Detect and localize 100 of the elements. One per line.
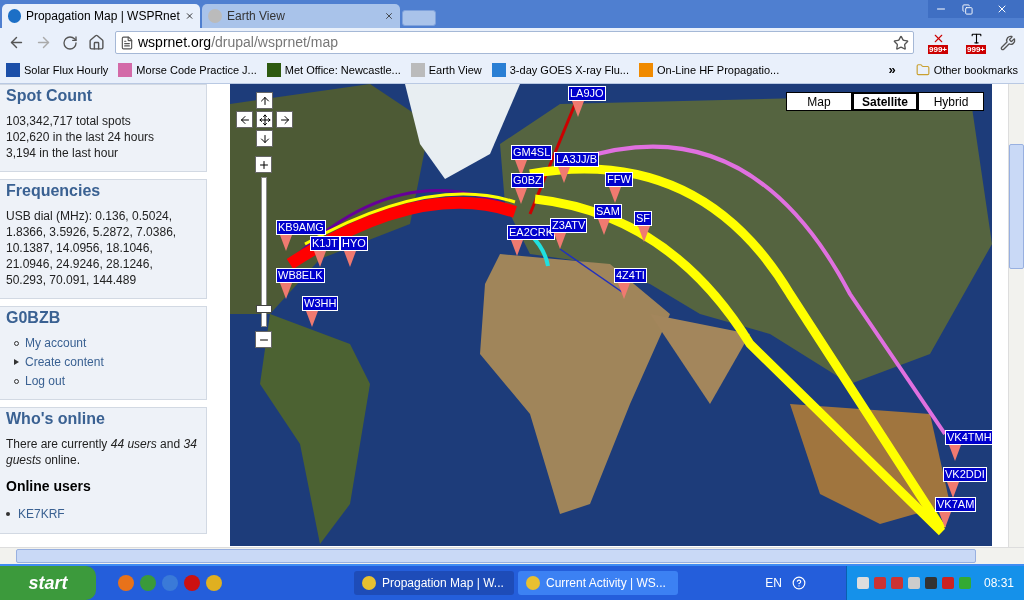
tray-icon[interactable] <box>856 577 869 589</box>
wrench-icon[interactable] <box>1000 34 1016 51</box>
site-icon <box>266 63 281 77</box>
pan-up-button[interactable] <box>256 92 273 109</box>
site-icon <box>6 63 20 77</box>
pin-icon[interactable] <box>515 160 527 176</box>
arrow-left-icon <box>238 113 251 126</box>
close-icon[interactable] <box>384 11 394 21</box>
user-link[interactable]: KE7KRF <box>18 505 65 523</box>
tray-icon[interactable] <box>924 577 937 589</box>
start-button[interactable]: start <box>0 566 96 600</box>
site-icon <box>410 63 425 77</box>
tab-title: Earth View <box>227 8 286 25</box>
folder-icon <box>915 63 930 77</box>
minimize-button[interactable] <box>928 0 954 18</box>
marker-label[interactable]: VK7AM <box>935 497 977 512</box>
tray-icon[interactable] <box>907 577 920 589</box>
url-text: wsprnet.org/drupal/wsprnet/map <box>138 33 339 52</box>
menu-link[interactable]: Log out <box>25 373 66 389</box>
move-icon <box>258 113 271 126</box>
online-users-heading: Online users <box>6 477 92 496</box>
bookmark-link[interactable]: Morse Code Practice J... <box>118 61 257 79</box>
pin-icon[interactable] <box>638 226 650 242</box>
pin-icon[interactable] <box>554 233 566 249</box>
marker-label[interactable]: KB9AMG <box>276 220 326 235</box>
reload-icon[interactable] <box>62 34 78 51</box>
spot-count-text: 3,194 in the last hour <box>6 145 120 161</box>
taskbar-button[interactable]: Propagation Map | W... <box>354 571 514 595</box>
tab-title: Propagation Map | WSPRnet <box>25 8 180 25</box>
language-indicator[interactable]: EN <box>765 574 782 592</box>
letter-t-icon <box>969 31 983 45</box>
map-type-button[interactable]: Satellite <box>852 92 918 111</box>
pan-right-button[interactable] <box>276 111 293 128</box>
zoom-in-button[interactable] <box>255 156 272 173</box>
marker-label[interactable]: 4Z4TI <box>614 268 647 283</box>
scrollbar-thumb[interactable] <box>1009 144 1024 269</box>
site-icon <box>118 63 133 77</box>
browser-tab[interactable]: Propagation Map | WSPRnet <box>2 4 200 28</box>
marker-label[interactable]: G0BZ <box>511 173 544 188</box>
marker-label[interactable]: W3HH <box>302 296 339 311</box>
bookmark-link[interactable]: 3-day GOES X-ray Flu... <box>491 61 629 79</box>
menu-link[interactable]: Create content <box>25 354 104 370</box>
vertical-scrollbar[interactable] <box>1008 84 1024 547</box>
site-icon <box>208 9 222 23</box>
star-icon[interactable] <box>893 34 909 51</box>
browser-tab[interactable]: Earth View <box>202 4 400 28</box>
scrollbar-thumb[interactable] <box>16 549 976 563</box>
marker-label[interactable]: LA9JO <box>568 86 606 101</box>
horizontal-scrollbar[interactable] <box>0 547 1024 564</box>
bookmark-link[interactable]: Met Office: Newcastle... <box>266 61 401 79</box>
back-icon[interactable] <box>8 34 25 51</box>
arrow-up-icon <box>258 94 271 107</box>
marker-label[interactable]: SF <box>634 211 653 226</box>
home-icon[interactable] <box>88 34 105 51</box>
restore-icon <box>961 3 973 15</box>
pin-icon[interactable] <box>947 482 959 498</box>
marker-label[interactable]: WB8ELK <box>276 268 325 283</box>
other-bookmarks-button[interactable]: Other bookmarks <box>915 61 1018 79</box>
site-icon <box>491 63 506 77</box>
map-type-button[interactable]: Map <box>786 92 852 111</box>
pan-center-button[interactable] <box>256 111 273 128</box>
site-icon <box>8 9 21 23</box>
pin-icon[interactable] <box>939 512 951 528</box>
pan-left-button[interactable] <box>236 111 253 128</box>
extension-button[interactable]: 999+ <box>924 31 952 54</box>
online-text: There are currently 44 users and 34 guests online. <box>6 436 198 468</box>
menu-link[interactable]: My account <box>25 335 87 351</box>
quick-launch-icon[interactable] <box>206 575 222 591</box>
marker-label[interactable]: VK2DDI <box>943 467 987 482</box>
block-title: Frequencies <box>6 181 102 201</box>
map-type-button[interactable]: Hybrid <box>918 92 984 111</box>
taskbar-button[interactable]: Current Activity | WS... <box>518 571 678 595</box>
site-icon <box>362 576 376 590</box>
marker-label[interactable]: SAM <box>594 204 622 219</box>
marker-label[interactable]: K1JT <box>310 236 340 251</box>
marker-label[interactable]: Z3ATV <box>550 218 588 233</box>
marker-label[interactable]: HYO <box>340 236 368 251</box>
arrow-right-icon <box>278 113 291 126</box>
clock: 08:31 <box>983 575 1014 592</box>
help-icon[interactable] <box>791 576 806 590</box>
pan-down-button[interactable] <box>256 130 273 147</box>
bookmark-link[interactable]: Solar Flux Hourly <box>6 61 109 79</box>
address-field[interactable]: wsprnet.org/drupal/wsprnet/map <box>115 31 914 54</box>
extension-button[interactable]: 999+ <box>962 31 990 54</box>
close-icon[interactable] <box>184 11 194 21</box>
bullet-icon <box>6 512 10 516</box>
pin-icon[interactable] <box>558 167 570 183</box>
zoom-slider[interactable] <box>255 177 272 327</box>
block-title: Who's online <box>6 409 106 429</box>
bookmark-link[interactable]: On-Line HF Propagatio... <box>638 61 780 79</box>
page-icon <box>120 35 134 50</box>
bookmark-link[interactable]: Earth View <box>410 61 482 79</box>
zoom-out-button[interactable] <box>255 331 272 348</box>
bookmarks-overflow-button[interactable]: » <box>888 60 896 80</box>
marker-label[interactable]: VK4TMH <box>945 430 992 445</box>
marker-label[interactable]: FFW <box>605 172 633 187</box>
marker-label[interactable]: GM4SL <box>511 145 553 160</box>
marker-label[interactable]: LA3JJ/B <box>554 152 599 167</box>
zoom-slider-thumb[interactable] <box>255 304 272 313</box>
satellite-map-drawing[interactable] <box>230 84 992 546</box>
